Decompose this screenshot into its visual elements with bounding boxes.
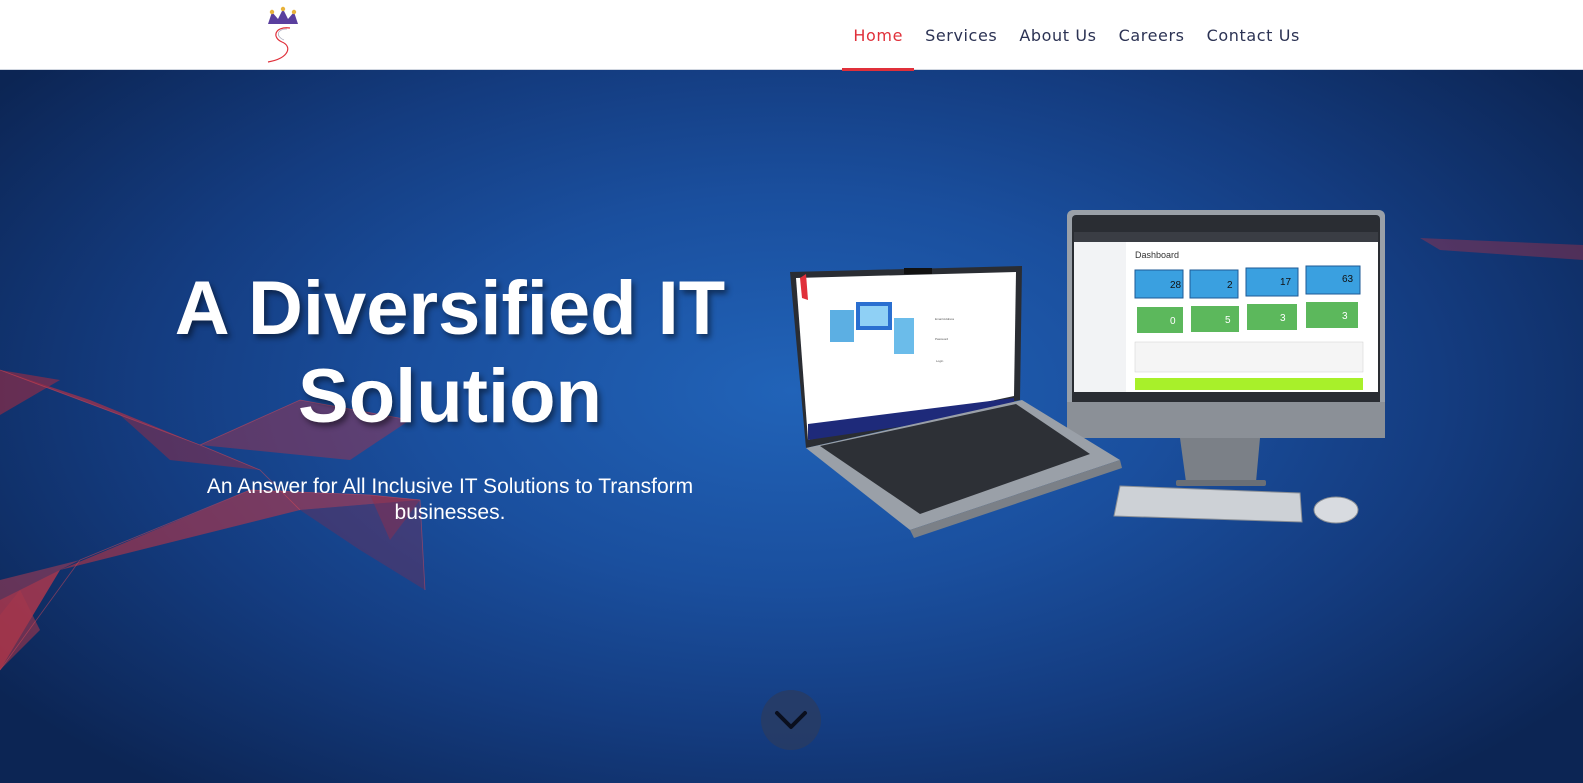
scroll-down-button[interactable] <box>761 690 821 750</box>
site-header: Home Services About Us Careers Contact U… <box>0 0 1583 71</box>
hero-text-block: A Diversified IT Solution An Answer for … <box>150 265 750 526</box>
nav-careers[interactable]: Careers <box>1108 0 1196 70</box>
dashboard-title: Dashboard <box>1135 250 1179 260</box>
nav-about-us[interactable]: About Us <box>1008 0 1107 70</box>
stat-blue-3: 17 <box>1280 277 1292 288</box>
hero-title-line-2: Solution <box>298 354 602 439</box>
desktop-monitor: Dashboard 28 2 17 63 0 5 3 3 <box>1067 210 1385 486</box>
laptop-login-button: Login <box>936 359 944 363</box>
nav-home[interactable]: Home <box>842 0 914 71</box>
hero-subtitle: An Answer for All Inclusive IT Solutions… <box>206 475 694 524</box>
chevron-down-icon <box>775 711 807 729</box>
hero-title: A Diversified IT Solution <box>150 265 750 441</box>
hero-title-line-1: A Diversified IT <box>174 266 726 351</box>
laptop-email-label: Email Address <box>935 317 955 321</box>
crown-logo-icon <box>267 6 298 63</box>
nav-contact-us[interactable]: Contact Us <box>1196 0 1311 70</box>
stat-green-4: 3 <box>1342 311 1348 322</box>
stat-blue-1: 28 <box>1170 280 1182 291</box>
stat-green-3: 3 <box>1280 313 1286 324</box>
company-logo[interactable] <box>260 4 306 66</box>
stat-tiles-blue: 28 2 17 63 <box>1134 265 1361 299</box>
nav-services[interactable]: Services <box>914 0 1008 70</box>
stat-blue-2: 2 <box>1227 280 1233 291</box>
hero-section: A Diversified IT Solution An Answer for … <box>0 70 1583 783</box>
stat-green-1: 0 <box>1170 316 1176 327</box>
devices-mockup-image: Dashboard 28 2 17 63 0 5 3 3 Email Addre… <box>790 210 1385 538</box>
stat-green-2: 5 <box>1225 315 1231 326</box>
main-nav: Home Services About Us Careers Contact U… <box>842 0 1311 71</box>
laptop-password-label: Password <box>935 337 949 341</box>
stat-blue-4: 63 <box>1342 274 1354 285</box>
